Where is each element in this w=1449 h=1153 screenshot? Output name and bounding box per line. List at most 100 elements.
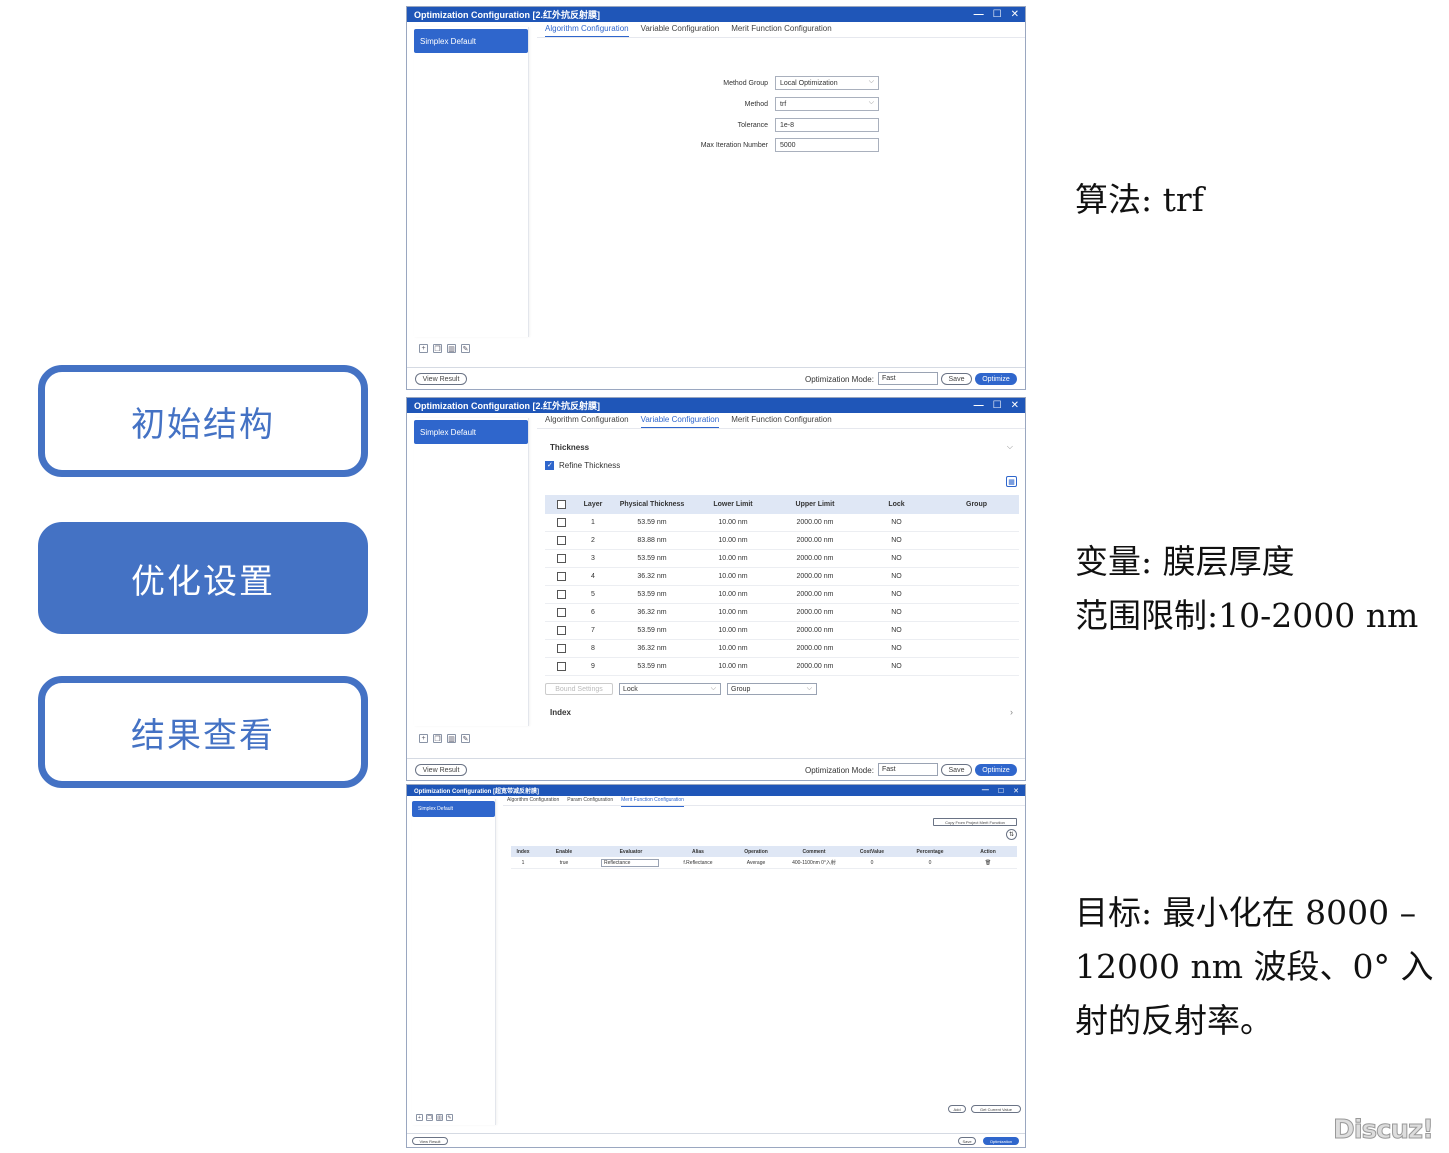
group-select[interactable]: Group ⌵ bbox=[727, 683, 817, 695]
maximize-icon[interactable]: ☐ bbox=[993, 9, 1002, 20]
bound-settings-button[interactable]: Bound Settings bbox=[545, 683, 613, 695]
minimize-icon[interactable]: — bbox=[982, 787, 989, 794]
sidebar: Simplex Default bbox=[412, 799, 496, 1125]
table-cell: 0 bbox=[928, 859, 932, 866]
maximize-icon[interactable]: ☐ bbox=[993, 400, 1002, 411]
evaluator-select[interactable]: Reflectance bbox=[601, 858, 659, 867]
row-checkbox[interactable] bbox=[556, 572, 566, 581]
table-row[interactable]: 3 53.59 nm 10.00 nm 2000.00 nm NO bbox=[545, 550, 1019, 568]
optimization-mode-select[interactable]: Fast bbox=[878, 372, 938, 385]
tab-algorithm[interactable]: Algorithm Configuration bbox=[545, 24, 629, 37]
nav-label: 结果查看 bbox=[131, 715, 275, 756]
column-header: Enable bbox=[555, 848, 573, 855]
optimize-button[interactable]: Optimize bbox=[975, 764, 1017, 776]
table-cell: NO bbox=[891, 519, 902, 526]
window-title: Optimization Configuration [2.红外抗反射膜] bbox=[414, 401, 600, 411]
table-row[interactable]: 7 53.59 nm 10.00 nm 2000.00 nm NO bbox=[545, 622, 1019, 640]
sidebar-toolbar: + ❐ ▥ ✎ bbox=[419, 734, 470, 743]
maximize-icon[interactable]: ☐ bbox=[998, 787, 1004, 795]
tab-merit-function[interactable]: Merit Function Configuration bbox=[731, 415, 832, 428]
max-iteration-input[interactable]: 5000 bbox=[775, 138, 879, 152]
footer: View Result Save Optimization bbox=[407, 1133, 1025, 1147]
minimize-icon[interactable]: — bbox=[974, 400, 984, 411]
table-row[interactable]: 1 53.59 nm 10.00 nm 2000.00 nm NO bbox=[545, 514, 1019, 532]
table-row[interactable]: 2 83.88 nm 10.00 nm 2000.00 nm NO bbox=[545, 532, 1019, 550]
copy-from-project-button[interactable]: Copy From Project Merit Function bbox=[933, 818, 1017, 826]
refine-thickness-checkbox[interactable] bbox=[545, 461, 554, 470]
edit-icon[interactable]: ✎ bbox=[461, 344, 470, 353]
copy-icon[interactable]: ❐ bbox=[433, 344, 442, 353]
table-cell: NO bbox=[891, 663, 902, 670]
row-checkbox[interactable] bbox=[556, 590, 566, 599]
select-all-checkbox[interactable] bbox=[556, 500, 566, 509]
view-result-button[interactable]: View Result bbox=[415, 373, 467, 385]
chevron-right-icon[interactable]: › bbox=[1010, 707, 1013, 717]
row-checkbox[interactable] bbox=[556, 554, 566, 563]
column-settings-icon[interactable]: ▦ bbox=[1006, 476, 1017, 487]
table-row[interactable]: 5 53.59 nm 10.00 nm 2000.00 nm NO bbox=[545, 586, 1019, 604]
close-icon[interactable]: ✕ bbox=[1011, 400, 1019, 411]
delete-icon[interactable]: ▥ bbox=[447, 344, 456, 353]
sidebar-item-simplex-default[interactable]: Simplex Default bbox=[414, 29, 528, 53]
nav-initial-structure[interactable]: 初始结构 bbox=[38, 365, 368, 477]
footer: View Result Optimization Mode: Fast Save… bbox=[407, 758, 1025, 780]
add-icon[interactable]: + bbox=[416, 1114, 423, 1121]
close-icon[interactable]: ✕ bbox=[1013, 787, 1019, 795]
nav-results-view[interactable]: 结果查看 bbox=[38, 676, 368, 788]
view-result-button[interactable]: View Result bbox=[415, 764, 467, 776]
table-row[interactable]: 6 36.32 nm 10.00 nm 2000.00 nm NO bbox=[545, 604, 1019, 622]
tab-algorithm[interactable]: Algorithm Configuration bbox=[545, 415, 629, 428]
column-header: CostValue bbox=[859, 848, 885, 855]
nav-optimization-settings[interactable]: 优化设置 bbox=[38, 522, 368, 634]
minimize-icon[interactable]: — bbox=[974, 9, 984, 20]
add-icon[interactable]: + bbox=[419, 734, 428, 743]
sidebar-toolbar: + ❐ ▥ ✎ bbox=[419, 344, 470, 353]
chevron-down-icon: ⌵ bbox=[710, 685, 716, 692]
table-cell: 10.00 nm bbox=[718, 537, 748, 544]
sidebar-item-simplex-default[interactable]: Simplex Default bbox=[414, 420, 528, 444]
optimization-mode-select[interactable]: Fast bbox=[878, 763, 938, 776]
table-row[interactable]: 9 53.59 nm 10.00 nm 2000.00 nm NO bbox=[545, 658, 1019, 676]
delete-icon[interactable]: 🗑 bbox=[959, 860, 1017, 866]
tab-variable[interactable]: Variable Configuration bbox=[640, 415, 720, 428]
copy-icon[interactable]: ❐ bbox=[426, 1114, 433, 1121]
view-result-button[interactable]: View Result bbox=[412, 1137, 448, 1145]
table-cell: 10.00 nm bbox=[718, 573, 748, 580]
table-row[interactable]: 1 true Reflectance f.Reflectance Average 400-… bbox=[511, 857, 1017, 869]
save-button[interactable]: Save bbox=[958, 1137, 976, 1145]
save-button[interactable]: Save bbox=[941, 764, 972, 776]
add-button[interactable]: Add bbox=[948, 1105, 966, 1113]
table-row[interactable]: 4 36.32 nm 10.00 nm 2000.00 nm NO bbox=[545, 568, 1019, 586]
delete-icon[interactable]: ▥ bbox=[447, 734, 456, 743]
row-checkbox[interactable] bbox=[556, 626, 566, 635]
get-current-value-button[interactable]: Get Current Value bbox=[971, 1105, 1021, 1113]
table-cell: 36.32 nm bbox=[637, 645, 667, 652]
table-row[interactable]: 8 36.32 nm 10.00 nm 2000.00 nm NO bbox=[545, 640, 1019, 658]
index-section-title: Index bbox=[550, 708, 571, 717]
optimize-button[interactable]: Optimize bbox=[975, 373, 1017, 385]
add-icon[interactable]: + bbox=[419, 344, 428, 353]
tolerance-input[interactable]: 1e-8 bbox=[775, 118, 879, 132]
row-checkbox[interactable] bbox=[556, 662, 566, 671]
optimization-button[interactable]: Optimization bbox=[983, 1137, 1019, 1145]
row-checkbox[interactable] bbox=[556, 536, 566, 545]
edit-icon[interactable]: ✎ bbox=[461, 734, 470, 743]
nav-label: 优化设置 bbox=[131, 561, 275, 602]
sidebar-item-simplex-default[interactable]: Simplex Default bbox=[412, 801, 495, 817]
save-button[interactable]: Save bbox=[941, 373, 972, 385]
tab-variable[interactable]: Variable Configuration bbox=[641, 24, 720, 37]
sort-icon[interactable]: ⇅ bbox=[1006, 829, 1017, 840]
method-group-select[interactable]: Local Optimization ⌵ bbox=[775, 76, 879, 90]
delete-icon[interactable]: ▥ bbox=[436, 1114, 443, 1121]
tab-merit-function[interactable]: Merit Function Configuration bbox=[731, 24, 832, 37]
edit-icon[interactable]: ✎ bbox=[446, 1114, 453, 1121]
title-bar: Optimization Configuration [2.红外抗反射膜] — … bbox=[407, 7, 1025, 22]
row-checkbox[interactable] bbox=[556, 608, 566, 617]
row-checkbox[interactable] bbox=[556, 518, 566, 527]
method-select[interactable]: trf ⌵ bbox=[775, 97, 879, 111]
close-icon[interactable]: ✕ bbox=[1011, 9, 1019, 20]
chevron-down-icon[interactable]: ⌵ bbox=[1007, 442, 1013, 452]
row-checkbox[interactable] bbox=[556, 644, 566, 653]
lock-select[interactable]: Lock ⌵ bbox=[619, 683, 721, 695]
copy-icon[interactable]: ❐ bbox=[433, 734, 442, 743]
